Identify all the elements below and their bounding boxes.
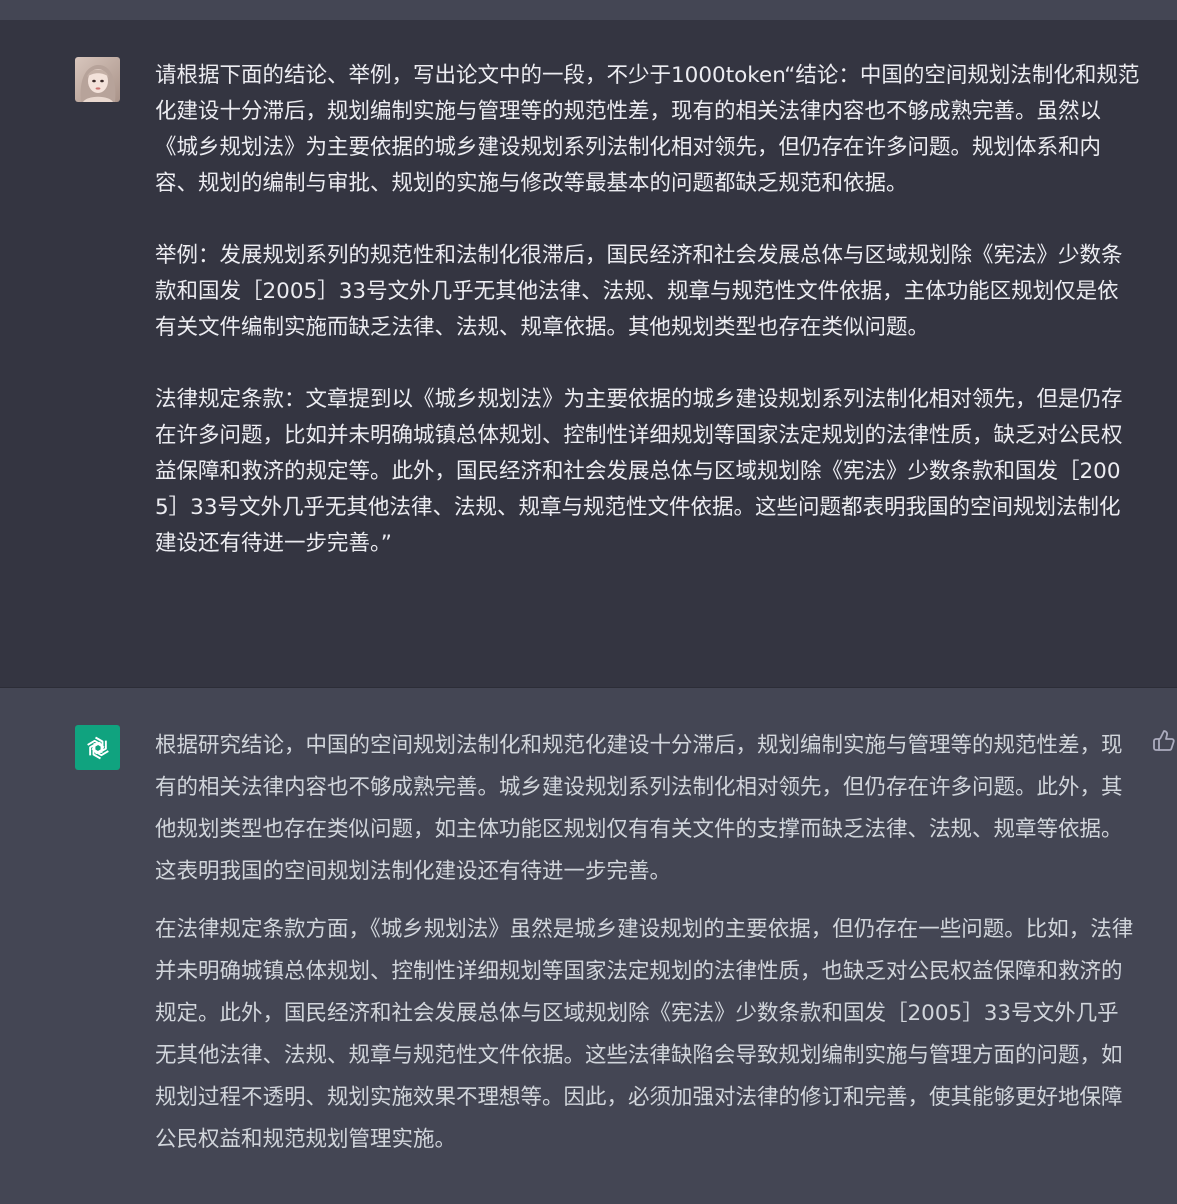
assistant-message: 根据研究结论，中国的空间规划法制化和规范化建设十分滞后，规划编制实施与管理等的规… (0, 689, 1177, 1204)
assistant-avatar (75, 725, 120, 770)
user-avatar-photo (75, 57, 120, 102)
assistant-message-text: 根据研究结论，中国的空间规划法制化和规范化建设十分滞后，规划编制实施与管理等的规… (155, 725, 1140, 1161)
user-paragraph-2: 举例：发展规划系列的规范性和法制化很滞后，国民经济和社会发展总体与区域规划除《宪… (155, 243, 1123, 340)
user-avatar (75, 57, 120, 102)
thumbs-up-icon[interactable] (1152, 729, 1176, 753)
user-paragraph-1: 请根据下面的结论、举例，写出论文中的一段，不少于1000token“结论：中国的… (155, 63, 1140, 196)
user-message-text: 请根据下面的结论、举例，写出论文中的一段，不少于1000token“结论：中国的… (155, 58, 1140, 562)
top-strip (0, 0, 1177, 20)
openai-logo-icon (86, 736, 109, 759)
assistant-paragraph-2: 在法律规定条款方面，《城乡规划法》虽然是城乡建设规划的主要依据，但仍存在一些问题… (155, 917, 1134, 1152)
user-paragraph-3: 法律规定条款：文章提到以《城乡规划法》为主要依据的城乡建设规划系列法制化相对领先… (155, 387, 1123, 556)
assistant-paragraph-1: 根据研究结论，中国的空间规划法制化和规范化建设十分滞后，规划编制实施与管理等的规… (155, 733, 1123, 884)
user-message: 请根据下面的结论、举例，写出论文中的一段，不少于1000token“结论：中国的… (0, 20, 1177, 688)
